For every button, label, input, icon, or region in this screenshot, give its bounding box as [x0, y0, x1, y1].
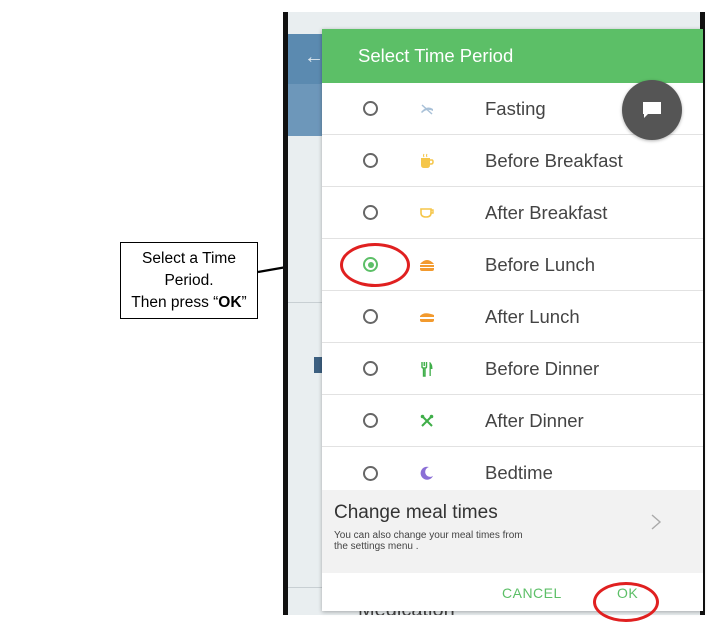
radio-button[interactable]	[363, 153, 378, 168]
option-label: Before Breakfast	[485, 149, 623, 171]
moon-icon	[418, 464, 436, 482]
instruction-ok-emphasis: OK	[218, 293, 242, 311]
option-before-breakfast[interactable]: Before Breakfast	[322, 135, 703, 187]
half-burger-icon	[418, 308, 436, 326]
option-after-lunch[interactable]: After Lunch	[322, 291, 703, 343]
option-label: Bedtime	[485, 462, 553, 483]
instruction-callout: Select a Time Period. Then press “OK”	[120, 242, 258, 319]
fasting-icon	[418, 100, 436, 118]
change-meal-times-subtitle: You can also change your meal times from…	[334, 530, 523, 552]
radio-button[interactable]	[363, 413, 378, 428]
change-meal-times-row[interactable]: Change meal times You can also change yo…	[322, 490, 703, 573]
option-label: Before Lunch	[485, 253, 596, 275]
fork-knife-icon	[418, 360, 436, 378]
burger-icon	[418, 256, 436, 274]
option-before-dinner[interactable]: Before Dinner	[322, 343, 703, 395]
instruction-line-1: Select a Time Period.	[142, 249, 236, 289]
chat-bubble-icon	[643, 102, 661, 118]
change-meal-times-title: Change meal times	[334, 502, 498, 523]
option-label: After Lunch	[485, 305, 580, 327]
chat-button[interactable]	[622, 80, 682, 140]
radio-button[interactable]	[363, 205, 378, 220]
back-arrow-icon[interactable]: ←	[304, 46, 324, 69]
dialog-title: Select Time Period	[322, 29, 703, 83]
option-label: Before Dinner	[485, 357, 600, 379]
radio-button[interactable]	[363, 361, 378, 376]
option-after-breakfast[interactable]: After Breakfast	[322, 187, 703, 239]
option-after-dinner[interactable]: After Dinner	[322, 395, 703, 447]
radio-button[interactable]	[363, 465, 378, 481]
background-field-icon	[314, 357, 322, 373]
crossed-utensils-icon	[418, 412, 436, 430]
chevron-right-icon	[651, 514, 662, 530]
radio-button[interactable]	[363, 309, 378, 324]
option-label: After Dinner	[485, 409, 584, 431]
radio-button[interactable]	[363, 101, 378, 116]
option-label: Fasting	[485, 97, 546, 119]
coffee-cup-icon	[418, 152, 436, 170]
cancel-button[interactable]: CANCEL	[502, 585, 562, 601]
empty-cup-icon	[418, 204, 436, 222]
instruction-line-2: Then press “OK”	[131, 293, 247, 311]
option-label: After Breakfast	[485, 201, 608, 223]
highlight-selected-radio	[340, 243, 410, 287]
highlight-ok-button	[593, 582, 659, 622]
